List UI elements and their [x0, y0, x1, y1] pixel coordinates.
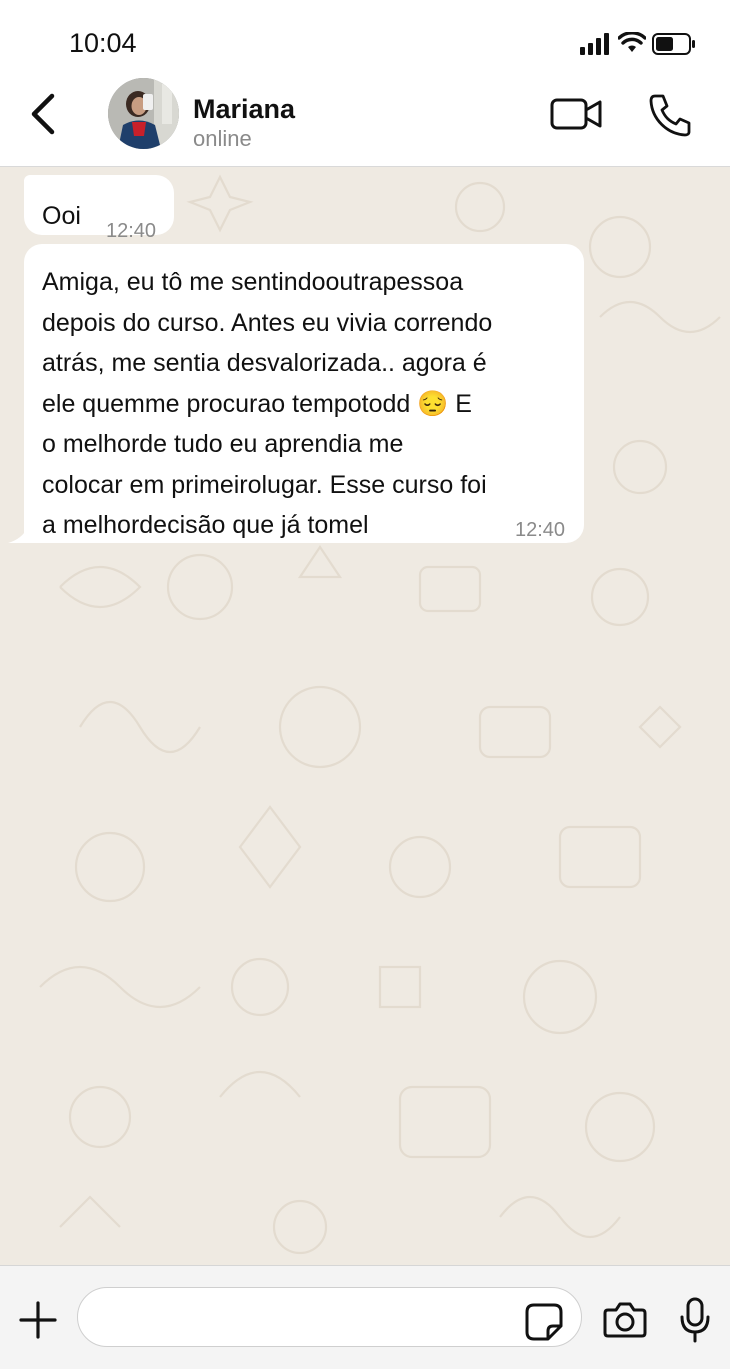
chat-header: Mariana online: [0, 78, 730, 167]
wifi-icon: [618, 32, 646, 52]
chevron-left-icon[interactable]: [24, 92, 64, 136]
avatar-photo: [108, 78, 179, 149]
battery-icon: [652, 33, 695, 55]
signal-icon: [580, 33, 609, 55]
status-time: 10:04: [69, 28, 137, 58]
message-time: 12:40: [515, 519, 566, 541]
avatar[interactable]: [108, 78, 179, 149]
input-bar: [0, 1265, 730, 1369]
message-time: 12:40: [106, 220, 157, 242]
video-call-icon[interactable]: [548, 94, 604, 134]
microphone-icon[interactable]: [679, 1297, 711, 1343]
message-input[interactable]: [77, 1287, 582, 1347]
message-bubble[interactable]: Ooi 12:40: [24, 175, 174, 242]
status-bar: 10:04: [0, 0, 730, 78]
message-bubble[interactable]: Amiga, eu tô me sentindooutrapessoa depo…: [24, 244, 584, 543]
plus-icon[interactable]: [18, 1300, 58, 1340]
phone-icon[interactable]: [647, 92, 693, 138]
contact-status: online: [193, 126, 252, 151]
sticker-icon[interactable]: [524, 1302, 564, 1342]
camera-icon[interactable]: [602, 1301, 648, 1339]
bubble-tail: [8, 527, 28, 543]
message-text: Amiga, eu tô me sentindooutrapessoa depo…: [42, 268, 493, 539]
contact-name[interactable]: Mariana: [193, 94, 295, 125]
chat-area[interactable]: Ooi 12:40 Amiga, eu tô me sentindooutrap…: [0, 167, 730, 1265]
message-text: Ooi: [42, 202, 81, 230]
